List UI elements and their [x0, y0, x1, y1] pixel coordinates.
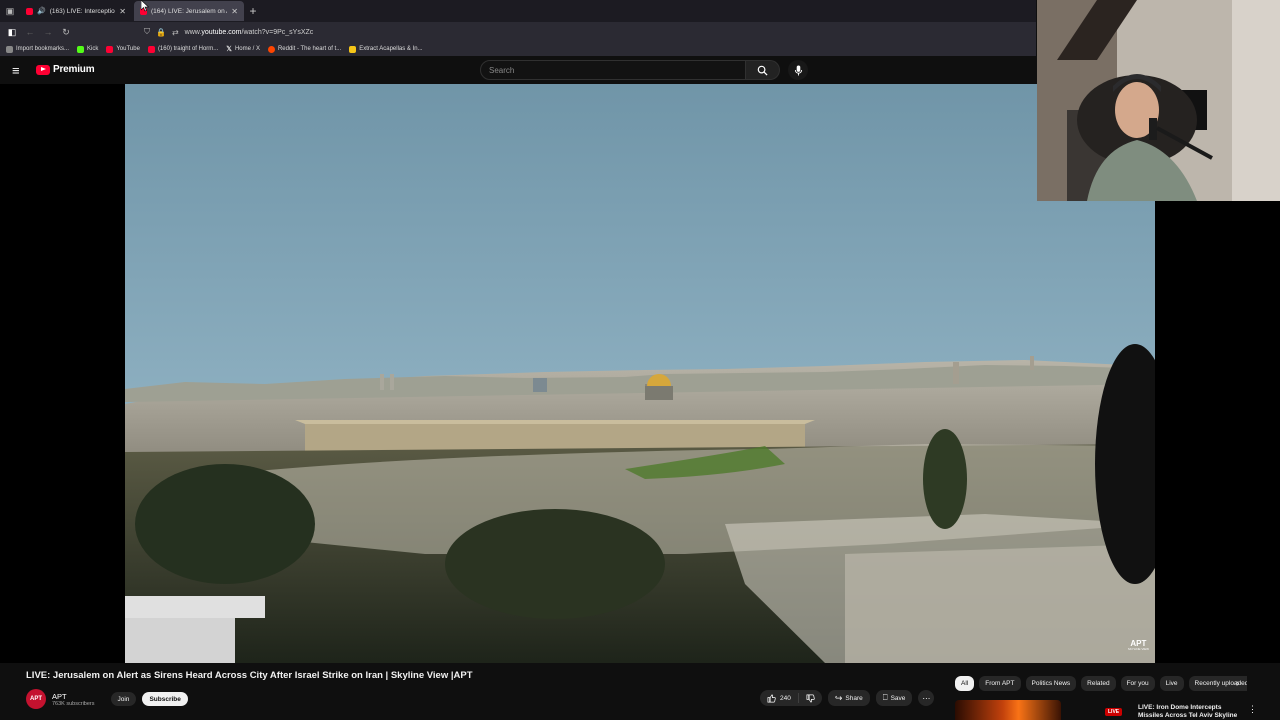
save-button[interactable]: ⎕ Save	[875, 690, 913, 706]
search-bar	[480, 60, 780, 80]
like-count: 240	[780, 694, 791, 702]
more-vert-icon[interactable]: ⋮	[1248, 704, 1257, 715]
screen: { "browser": { "tabs": [ {"title": "(163…	[0, 0, 1280, 720]
chip-for-you[interactable]: For you	[1120, 676, 1155, 691]
new-tab-button[interactable]: +	[244, 4, 262, 18]
forward-icon[interactable]: →	[42, 27, 54, 37]
video-title: LIVE: Jerusalem on Alert as Sirens Heard…	[26, 670, 473, 681]
browser-tab-strip: ▣ 🔊 (163) LIVE: Interceptions in ✕ (164)…	[0, 0, 1036, 22]
x-icon: 𝕏	[226, 46, 232, 53]
bookmark-x[interactable]: 𝕏 Home / X	[226, 45, 260, 53]
channel-owner-row: APT APT 763K subscribers Join Subscribe	[26, 688, 188, 710]
search-input[interactable]	[480, 60, 746, 80]
bookmark-reddit[interactable]: Reddit - The heart of t...	[267, 45, 341, 53]
shield-icon[interactable]: ⛉	[144, 27, 150, 37]
save-label: Save	[890, 694, 906, 702]
mouse-cursor-icon	[141, 0, 149, 12]
brand-label: Premium	[53, 64, 95, 75]
chip-from-apt[interactable]: From APT	[979, 676, 1021, 691]
reddit-icon	[267, 45, 275, 53]
webcam-overlay	[1037, 0, 1280, 201]
recommended-video[interactable]: LIVE LIVE: Iron Dome Intercepts Missiles…	[955, 700, 1257, 720]
bookmarks-bar: Import bookmarks... Kick YouTube (160) t…	[0, 42, 1036, 56]
search-button[interactable]	[746, 60, 780, 80]
share-button[interactable]: ↪ Share	[827, 690, 870, 706]
bookmark-kick[interactable]: Kick	[77, 45, 98, 53]
channel-watermark: APT SKYLINE VIEW	[1127, 639, 1149, 651]
chip-related[interactable]: Related	[1081, 676, 1116, 691]
youtube-icon	[147, 45, 155, 53]
address-bar[interactable]: ⛉ 🔒 ⇄ www.youtube.com/watch?v=9Pc_sYsXZc	[144, 24, 904, 40]
video-actions: 240 ↪ Share ⎕ Save ⋯	[760, 690, 935, 706]
kick-icon	[77, 45, 85, 53]
share-label: Share	[845, 694, 863, 702]
search-icon	[757, 65, 768, 76]
youtube-header: ≡ Premium	[0, 56, 1036, 84]
import-icon	[6, 45, 13, 53]
navigation-bar: ◧ ← → ↻ ⛉ 🔒 ⇄ www.youtube.com/watch?v=9P…	[0, 22, 1036, 42]
join-button[interactable]: Join	[110, 692, 137, 706]
more-actions-icon[interactable]: ⋯	[918, 690, 935, 706]
dislike-button[interactable]	[799, 694, 822, 703]
reload-icon[interactable]: ↻	[60, 27, 72, 38]
menu-icon[interactable]: ≡	[12, 63, 20, 78]
permissions-icon[interactable]: ⇄	[172, 28, 179, 37]
youtube-favicon-icon	[26, 7, 33, 15]
voice-search-button[interactable]	[788, 60, 808, 80]
youtube-logo-icon	[36, 64, 50, 75]
chip-all[interactable]: All	[955, 676, 975, 691]
channel-avatar[interactable]: APT	[26, 689, 46, 709]
like-dislike-group: 240	[760, 690, 822, 706]
thumbs-down-icon	[806, 694, 815, 702]
browser-tab-1[interactable]: 🔊 (163) LIVE: Interceptions in ✕	[20, 1, 132, 21]
like-button[interactable]: 240	[760, 693, 799, 703]
browser-tab-2[interactable]: (164) LIVE: Jerusalem on Alert ✕	[134, 1, 244, 21]
speaker-icon[interactable]: 🔊	[37, 7, 46, 15]
subscriber-count: 763K subscribers	[52, 700, 95, 707]
tab-list-icon[interactable]: ▣	[0, 0, 20, 22]
subscribe-button[interactable]: Subscribe	[142, 692, 188, 706]
chip-politics-news[interactable]: Politics News	[1025, 676, 1077, 691]
tab-title: (164) LIVE: Jerusalem on Alert	[151, 7, 227, 15]
bookmark-acapellas[interactable]: Extract Acapellas & In...	[349, 45, 423, 53]
microphone-icon	[794, 65, 802, 75]
thumbs-up-icon	[767, 694, 776, 702]
related-filter-chips: All From APT Politics News Related For y…	[955, 676, 1247, 692]
recommended-thumbnail[interactable]	[955, 700, 1061, 720]
channel-info: APT 763K subscribers	[52, 692, 95, 707]
back-icon[interactable]: ←	[24, 27, 36, 37]
chip-live[interactable]: Live	[1159, 676, 1184, 691]
acapellas-icon	[349, 45, 357, 53]
bookmark-youtube[interactable]: YouTube	[106, 45, 140, 53]
jerusalem-skyline-video-frame	[125, 84, 1155, 663]
youtube-icon	[106, 45, 114, 53]
sidebar-icon[interactable]: ◧	[6, 27, 18, 38]
recommended-title[interactable]: LIVE: Iron Dome Intercepts Missiles Acro…	[1138, 704, 1248, 720]
lock-icon[interactable]: 🔒	[156, 28, 166, 37]
live-badge: LIVE	[1105, 708, 1123, 716]
tab-title: (163) LIVE: Interceptions in	[49, 7, 116, 15]
streamer-webcam-feed	[1037, 0, 1280, 201]
youtube-premium-logo[interactable]: Premium	[36, 64, 95, 75]
url-text: www.youtube.com/watch?v=9Pc_sYsXZc	[184, 28, 314, 36]
channel-name[interactable]: APT	[52, 692, 95, 701]
chevron-right-icon[interactable]: ›	[1236, 678, 1239, 689]
video-player[interactable]: APT SKYLINE VIEW	[125, 84, 1155, 663]
bookmark-import[interactable]: Import bookmarks...	[6, 45, 69, 53]
bookmark-icon: ⎕	[882, 693, 888, 702]
close-tab-icon[interactable]: ✕	[231, 7, 238, 16]
close-tab-icon[interactable]: ✕	[119, 7, 126, 16]
bookmark-strait[interactable]: (160) traight of Horm...	[147, 45, 218, 53]
share-icon: ↪	[834, 692, 843, 703]
